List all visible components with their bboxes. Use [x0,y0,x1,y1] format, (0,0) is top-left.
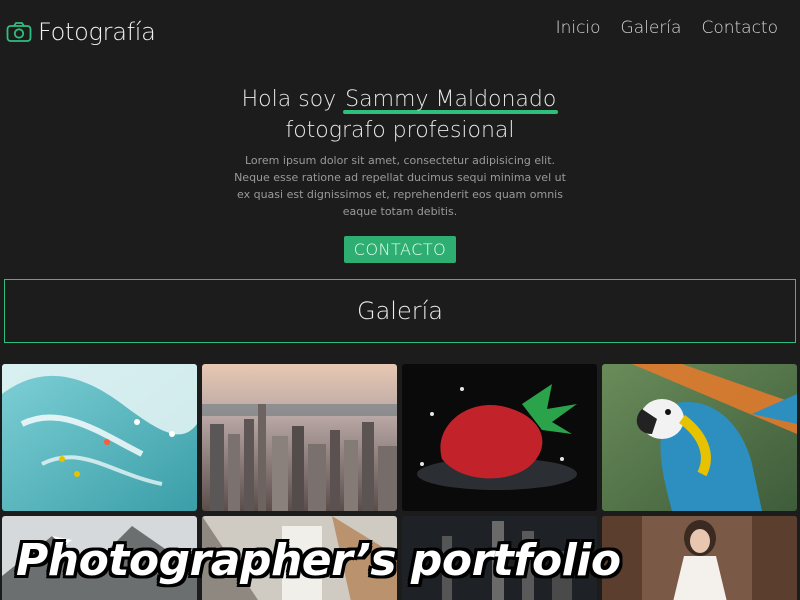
gallery-title: Galería [357,297,443,325]
photo-macaw[interactable] [602,364,797,511]
gallery-header: Galería [4,279,796,343]
contact-button[interactable]: CONTACTO [343,236,457,263]
main-nav: Inicio Galería Contacto [556,18,778,38]
nav-inicio[interactable]: Inicio [556,18,601,38]
hero-heading: Hola soy Sammy Maldonado [0,84,800,116]
hero: Hola soy Sammy Maldonado fotografo profe… [0,84,800,263]
nav-contacto[interactable]: Contacto [701,18,778,38]
gallery-grid-row1 [2,364,800,511]
site-header: Fotografía Inicio Galería Contacto [0,0,800,64]
hero-subtitle: fotografo profesional [285,118,515,143]
hero-description: Lorem ipsum dolor sit amet, consectetur … [234,154,566,218]
hero-name: Sammy Maldonado [343,84,559,116]
photo-woman-forest[interactable] [602,516,797,600]
brand[interactable]: Fotografía [6,16,156,48]
nav-galeria[interactable]: Galería [621,18,682,38]
photo-city-skyline[interactable] [202,364,397,511]
hero-greeting: Hola soy [241,87,337,112]
photo-surfers[interactable] [2,364,197,511]
camera-icon [6,22,32,42]
brand-name: Fotografía [38,18,156,46]
overlay-caption: Photographer’s portfolio [16,535,621,586]
photo-strawberry[interactable] [402,364,597,511]
